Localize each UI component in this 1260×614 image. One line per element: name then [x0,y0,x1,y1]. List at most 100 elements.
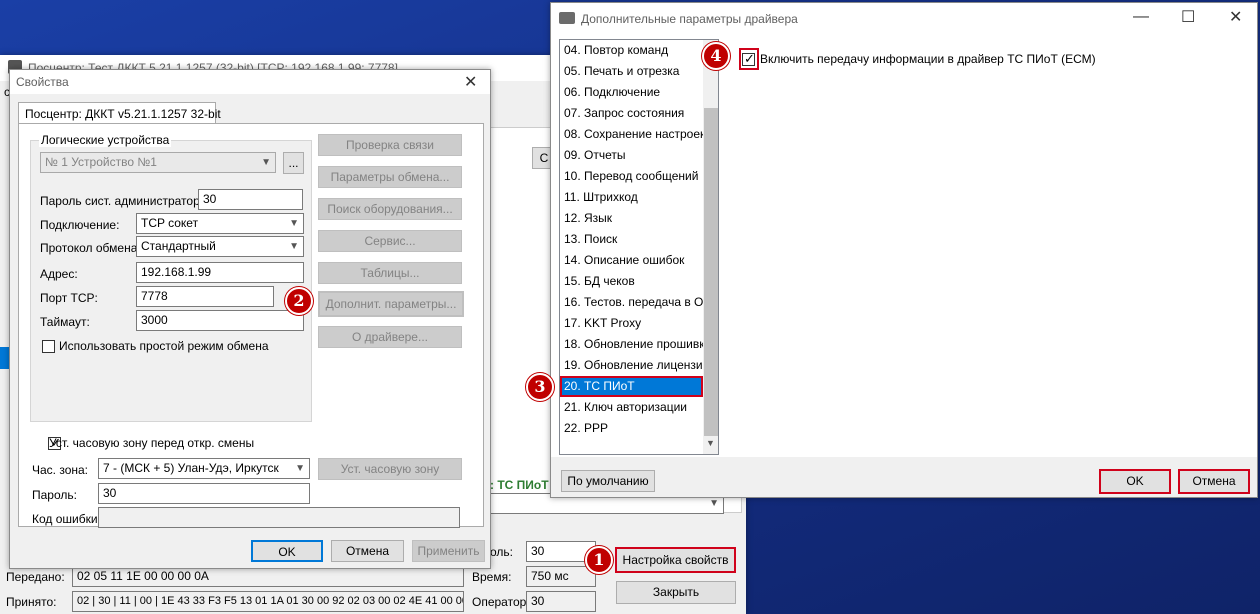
step-badge-4: 4 [702,42,730,70]
list-item[interactable]: 06. Подключение [560,82,703,103]
admin-password-label: Пароль сист. администратора: [40,194,210,208]
list-item[interactable]: 19. Обновление лицензий [560,355,709,376]
list-item[interactable]: 07. Запрос состояния [560,103,703,124]
chevron-down-icon: ▼ [289,218,299,229]
printer-icon [559,12,575,24]
driver-title: Дополнительные параметры драйвера [581,12,798,26]
list-item[interactable]: 04. Повтор команд [560,40,703,61]
properties-titlebar[interactable]: Свойства ✕ [10,70,490,94]
list-item[interactable]: 12. Язык [560,208,703,229]
set-timezone-button[interactable]: Уст. часовую зону [318,458,462,480]
props-ok-button[interactable]: OK [251,540,323,562]
password-label: Пароль: [32,488,77,502]
protocol-select[interactable]: Стандартный ▼ [136,236,304,257]
chevron-down-icon: ▼ [295,463,305,474]
list-item[interactable]: 09. Отчеты [560,145,703,166]
error-code-field [98,507,460,528]
search-equipment-button[interactable]: Поиск оборудования... [318,198,462,220]
list-item[interactable]: 22. PPP [560,418,703,439]
service-button[interactable]: Сервис... [318,230,462,252]
protocol-label: Протокол обмена: [40,241,141,255]
time-field: 750 мс [526,566,596,587]
additional-params-button[interactable]: Дополнит. параметры... [318,291,464,317]
group-title: Логические устройства [39,133,172,147]
props-cancel-button[interactable]: Отмена [331,540,404,562]
list-item[interactable]: 17. KKT Proxy [560,313,703,334]
close-icon[interactable]: ✕ [1229,7,1242,27]
status-text: : ТС ПИоТ [490,478,549,492]
list-item[interactable]: 10. Перевод сообщений [560,166,703,187]
close-icon[interactable]: ✕ [464,72,477,92]
chevron-down-icon[interactable]: ▼ [706,438,715,448]
step-badge-2: 2 [285,287,313,315]
recv-field: 02 | 30 | 11 | 00 | 1E 43 33 F3 F5 13 01… [72,591,464,612]
timezone-select[interactable]: 7 - (МСК + 5) Улан-Удэ, Иркутск ▼ [98,458,310,479]
properties-title: Свойства [16,75,69,89]
list-item[interactable]: 16. Тестов. передача в ОФ [560,292,713,313]
admin-password-input[interactable]: 30 [198,189,303,210]
props-apply-button[interactable]: Применить [412,540,485,562]
exchange-params-button[interactable]: Параметры обмена... [318,166,462,188]
sent-field: 02 05 11 1E 00 00 00 0A [72,566,464,587]
address-input[interactable]: 192.168.1.99 [136,262,304,283]
list-item[interactable]: 21. Ключ авторизации [560,397,703,418]
esm-checkbox-label: Включить передачу информации в драйвер Т… [760,52,1096,66]
device-select[interactable]: № 1 Устройство №1 ▼ [40,152,276,173]
sent-label: Передано: [6,570,65,584]
timeout-input[interactable]: 3000 [136,310,304,331]
list-item[interactable]: 15. БД чеков [560,271,703,292]
minimize-icon[interactable]: — [1133,8,1149,26]
timezone-check-label: Уст. часовую зону перед откр. смены [49,436,255,450]
connection-label: Подключение: [40,218,120,232]
section-list-items: 04. Повтор команд 05. Печать и отрезка 06.… [560,40,713,439]
simple-mode-checkbox[interactable] [42,340,55,354]
section-list[interactable]: 04. Повтор команд 05. Печать и отрезка 06.… [559,39,719,455]
driver-ok-button[interactable]: OK [1099,469,1171,494]
close-button[interactable]: Закрыть [616,581,736,604]
address-label: Адрес: [40,267,78,281]
list-item[interactable]: 05. Печать и отрезка [560,61,703,82]
list-item[interactable]: 20. ТС ПИоТ [560,376,703,397]
driver-cancel-button[interactable]: Отмена [1178,469,1250,494]
driver-titlebar[interactable]: Дополнительные параметры драйвера — ☐ ✕ [551,3,1257,33]
tables-button[interactable]: Таблицы... [318,262,462,284]
device-select-value: № 1 Устройство №1 [45,155,157,169]
timeout-label: Таймаут: [40,315,90,329]
timezone-label: Час. зона: [32,463,89,477]
operator-field: 30 [526,591,596,612]
list-item[interactable]: 14. Описание ошибок [560,250,703,271]
port-label: Порт TCP: [40,291,98,305]
properties-tab[interactable]: Посцентр: ДККТ v5.21.1.1257 32-bit [18,102,221,124]
device-browse-button[interactable]: ... [283,152,304,174]
chevron-down-icon: ▼ [289,241,299,252]
connection-select[interactable]: TCP сокет ▼ [136,213,304,234]
list-scrollbar[interactable]: ▼ [703,40,718,454]
step-badge-1: 1 [585,546,613,574]
error-code-label: Код ошибки: [32,512,101,526]
timezone-select-value: 7 - (МСК + 5) Улан-Удэ, Иркутск [103,461,279,475]
connection-select-value: TCP сокет [141,216,199,230]
list-item[interactable]: 08. Сохранение настроек [560,124,705,145]
properties-tab-label: Посцентр: ДККТ v5.21.1.1257 32-bit [25,107,221,121]
password-label: оль: [490,545,513,559]
properties-dialog: Свойства ✕ Посцентр: ДККТ v5.21.1.1257 3… [9,69,491,569]
list-item[interactable]: 18. Обновление прошивки [560,334,711,355]
setup-properties-button[interactable]: Настройка свойств [615,547,736,573]
operator-label: Оператор: [472,595,530,609]
chevron-down-icon: ▼ [261,157,271,168]
port-input[interactable]: 7778 [136,286,274,307]
esm-checkbox[interactable] [742,51,755,67]
defaults-button[interactable]: По умолчанию [561,470,655,492]
check-connection-button[interactable]: Проверка связи [318,134,462,156]
maximize-icon[interactable]: ☐ [1181,7,1195,27]
list-item[interactable]: 13. Поиск [560,229,703,250]
about-driver-button[interactable]: О драйвере... [318,326,462,348]
password-input[interactable]: 30 [98,483,310,504]
recv-label: Принято: [6,595,57,609]
scroll-thumb[interactable] [704,108,718,436]
driver-params-dialog: Дополнительные параметры драйвера — ☐ ✕ … [550,2,1258,498]
time-label: Время: [472,570,512,584]
step-badge-3: 3 [526,373,554,401]
simple-mode-label: Использовать простой режим обмена [59,339,269,353]
list-item[interactable]: 11. Штрихкод [560,187,703,208]
